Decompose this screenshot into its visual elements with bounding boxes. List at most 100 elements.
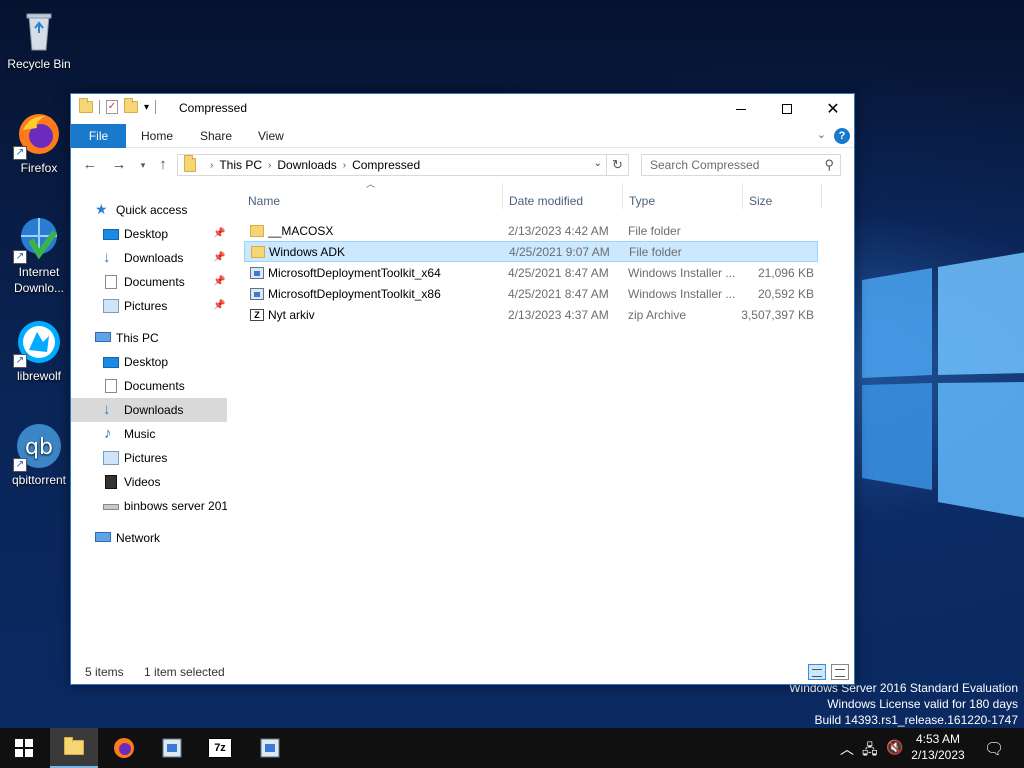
breadcrumb-separator: › bbox=[210, 159, 214, 171]
file-row[interactable]: MicrosoftDeploymentToolkit_x64 4/25/2021… bbox=[244, 263, 818, 284]
pin-icon[interactable]: 📌 bbox=[213, 294, 225, 318]
file-row[interactable]: __MACOSX 2/13/2023 4:42 AM File folder bbox=[244, 221, 818, 242]
nav-quick-documents[interactable]: Documents 📌 bbox=[71, 270, 227, 294]
breadcrumb-separator[interactable]: › bbox=[343, 160, 346, 171]
recent-locations-chevron-down-icon[interactable]: ▾ bbox=[133, 160, 153, 171]
tab-view[interactable]: View bbox=[258, 124, 284, 148]
file-row[interactable]: MicrosoftDeploymentToolkit_x86 4/25/2021… bbox=[244, 284, 818, 305]
column-header-type[interactable]: Type bbox=[629, 189, 655, 213]
nav-pc-pictures[interactable]: Pictures bbox=[71, 446, 227, 470]
help-icon[interactable]: ? bbox=[834, 128, 850, 144]
large-icons-view-button[interactable] bbox=[831, 664, 849, 680]
file-size: 20,592 KB bbox=[757, 287, 814, 301]
nav-pc-desktop[interactable]: Desktop bbox=[71, 350, 227, 374]
nav-quick-downloads[interactable]: ↓ Downloads 📌 bbox=[71, 246, 227, 270]
expand-ribbon-icon[interactable]: ⌄ bbox=[817, 128, 826, 141]
nav-label: Desktop bbox=[124, 355, 169, 369]
pin-icon[interactable]: 📌 bbox=[213, 222, 225, 246]
nav-label: Network bbox=[116, 531, 161, 545]
show-hidden-icons-chevron-up-icon[interactable]: ︿ bbox=[840, 739, 854, 759]
documents-icon bbox=[105, 275, 117, 289]
desktop-icon-recycle-bin[interactable]: Recycle Bin bbox=[1, 6, 77, 72]
nav-quick-access[interactable]: ★ Quick access bbox=[71, 198, 227, 222]
taskbar-installer-1[interactable] bbox=[148, 728, 196, 768]
internet-download-manager-icon: ↗ bbox=[13, 214, 63, 264]
desktop-icon-firefox[interactable]: ↗ Firefox bbox=[1, 110, 77, 176]
nav-this-pc[interactable]: This PC bbox=[71, 326, 227, 350]
column-divider[interactable] bbox=[622, 183, 623, 209]
desktop-icon-label: Firefox bbox=[20, 161, 58, 175]
desktop-icon-internet-download-manager[interactable]: ↗ Internet Downlo... bbox=[1, 214, 77, 296]
quick-access-toolbar: ✓ ▾ bbox=[79, 98, 157, 114]
address-dropdown-chevron-down-icon[interactable]: ⌄ bbox=[594, 158, 602, 169]
back-button[interactable]: ← bbox=[80, 156, 100, 173]
windows-license-watermark: Windows Server 2016 Standard Evaluation … bbox=[789, 680, 1018, 728]
nav-quick-desktop[interactable]: Desktop 📌 bbox=[71, 222, 227, 246]
column-divider[interactable] bbox=[502, 183, 503, 209]
nav-pc-network-drive[interactable]: binbows server 2016 bbox=[71, 494, 227, 518]
column-header-name[interactable]: Name bbox=[248, 189, 280, 213]
start-button[interactable] bbox=[0, 728, 48, 768]
tab-share[interactable]: Share bbox=[200, 124, 232, 148]
action-center-icon[interactable]: 🗨 bbox=[984, 739, 1004, 759]
folder-icon bbox=[79, 98, 93, 113]
desktop-icon-librewolf[interactable]: ↗ librewolf bbox=[1, 318, 77, 384]
recycle-bin-icon bbox=[15, 6, 63, 54]
forward-button[interactable]: → bbox=[109, 156, 129, 173]
file-row-selected[interactable]: Windows ADK 4/25/2021 9:07 AM File folde… bbox=[244, 241, 818, 262]
nav-quick-pictures[interactable]: Pictures 📌 bbox=[71, 294, 227, 318]
navigation-bar: ← → ▾ ↑ › This PC › Downloads › Compress… bbox=[71, 148, 854, 182]
taskbar-7zip[interactable]: 7z bbox=[196, 728, 244, 768]
window-title: Compressed bbox=[179, 101, 248, 115]
address-bar[interactable]: › This PC › Downloads › Compressed ⌄ bbox=[177, 154, 607, 176]
column-header-size[interactable]: Size bbox=[749, 189, 772, 213]
taskbar-firefox[interactable] bbox=[100, 728, 148, 768]
shortcut-arrow-icon: ↗ bbox=[13, 458, 27, 472]
desktop-icon-qbittorrent[interactable]: qb ↗ qbittorrent bbox=[1, 422, 77, 488]
properties-icon[interactable]: ✓ bbox=[106, 100, 118, 114]
customize-toolbar-icon[interactable]: ▾ bbox=[144, 102, 149, 113]
tab-home[interactable]: Home bbox=[141, 124, 173, 148]
folder-icon bbox=[250, 225, 264, 237]
up-button[interactable]: ↑ bbox=[153, 156, 173, 173]
tab-file[interactable]: File bbox=[71, 124, 126, 148]
details-view-button[interactable] bbox=[808, 664, 826, 680]
pin-icon[interactable]: 📌 bbox=[213, 270, 225, 294]
breadcrumb-compressed[interactable]: Compressed bbox=[352, 158, 420, 172]
nav-label: binbows server 2016 bbox=[124, 499, 227, 513]
network-status-icon[interactable]: 🖧 bbox=[862, 739, 878, 763]
installer-package-icon bbox=[250, 267, 264, 279]
column-divider[interactable] bbox=[742, 183, 743, 209]
nav-network[interactable]: Network bbox=[71, 526, 227, 550]
clock-date: 2/13/2023 bbox=[911, 748, 965, 762]
nav-pc-music[interactable]: ♪ Music bbox=[71, 422, 227, 446]
file-type: Windows Installer ... bbox=[628, 266, 736, 280]
status-bar: 5 items 1 item selected bbox=[71, 660, 854, 684]
firefox-icon: ↗ bbox=[13, 110, 63, 160]
maximize-button[interactable] bbox=[764, 94, 810, 124]
file-row[interactable]: Z Nyt arkiv 2/13/2023 4:37 AM zip Archiv… bbox=[244, 305, 818, 326]
volume-muted-icon[interactable]: 🔇 bbox=[886, 739, 903, 756]
refresh-button[interactable]: ↻ bbox=[607, 154, 629, 176]
pictures-icon bbox=[103, 299, 119, 313]
minimize-button[interactable] bbox=[718, 94, 764, 124]
breadcrumb-separator[interactable]: › bbox=[268, 160, 271, 171]
breadcrumb-downloads[interactable]: Downloads bbox=[277, 158, 336, 172]
breadcrumb-this-pc[interactable]: This PC bbox=[219, 158, 262, 172]
clock[interactable]: 4:53 AM 2/13/2023 bbox=[905, 731, 971, 763]
pin-icon[interactable]: 📌 bbox=[213, 246, 225, 270]
column-header-date[interactable]: Date modified bbox=[509, 189, 583, 213]
nav-pc-videos[interactable]: Videos bbox=[71, 470, 227, 494]
column-divider[interactable] bbox=[821, 183, 822, 209]
nav-pc-documents[interactable]: Documents bbox=[71, 374, 227, 398]
new-folder-icon[interactable] bbox=[124, 98, 138, 113]
windows-logo-wallpaper bbox=[862, 252, 1024, 518]
desktop-icon bbox=[103, 229, 119, 240]
search-input[interactable]: Search Compressed ⚲ bbox=[641, 154, 841, 176]
nav-pc-downloads[interactable]: ↓ Downloads bbox=[71, 398, 227, 422]
taskbar-installer-2[interactable] bbox=[246, 728, 294, 768]
title-bar[interactable]: ✓ ▾ Compressed ✕ bbox=[71, 94, 854, 124]
svg-text:qb: qb bbox=[25, 435, 53, 460]
taskbar-file-explorer[interactable] bbox=[50, 728, 98, 768]
close-button[interactable]: ✕ bbox=[810, 94, 856, 124]
